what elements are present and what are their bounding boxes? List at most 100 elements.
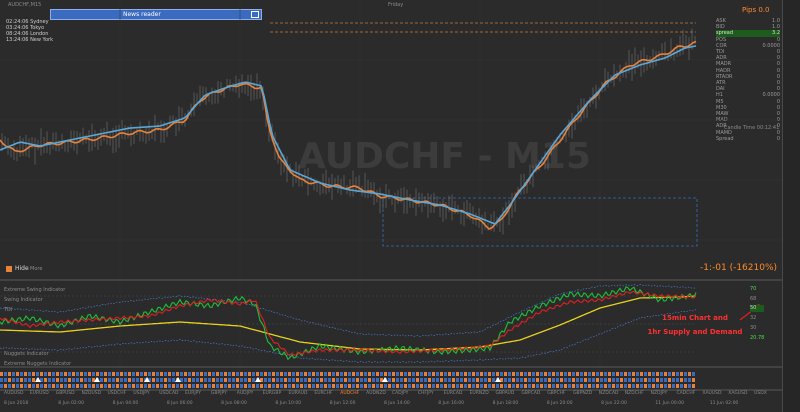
symbol-tab[interactable]: EURJPY (185, 391, 201, 396)
symbol-tab[interactable]: GBPCAD (521, 391, 540, 396)
symbol-tab[interactable]: AUDCHF (340, 391, 359, 396)
symbol-tab[interactable]: CADJPY (392, 391, 408, 396)
strip-cell (596, 372, 599, 376)
strip-cell (688, 384, 691, 388)
symbol-tab[interactable]: AUDJPY (237, 391, 254, 396)
strip-cell (592, 384, 595, 388)
strip-cell (676, 384, 679, 388)
strip-cell (8, 372, 11, 376)
tdi-label: TDI (4, 307, 13, 313)
indicator-label-swing2: Swing Indicator (4, 297, 43, 303)
strip-cell (184, 372, 187, 376)
symbol-tab[interactable]: AUDUSD (4, 391, 23, 396)
symbol-tab[interactable]: GBPCHF (547, 391, 565, 396)
strip-cell (324, 372, 327, 376)
strip-cell (280, 372, 283, 376)
strip-cell (356, 378, 359, 382)
strip-cell (552, 372, 555, 376)
strip-cell (384, 372, 387, 376)
strip-cell (116, 384, 119, 388)
strip-cell (140, 384, 143, 388)
price-scale[interactable] (782, 0, 800, 412)
symbol-tab[interactable]: NZDCHF (625, 391, 644, 396)
strip-cell (272, 372, 275, 376)
symbol-tab[interactable]: USDCAD (159, 391, 178, 396)
strip-cell (608, 372, 611, 376)
strip-cell (548, 384, 551, 388)
symbol-tab[interactable]: EURUSD (30, 391, 49, 396)
more-button[interactable]: More (30, 266, 42, 272)
strip-cell (124, 378, 127, 382)
symbol-tab[interactable]: NZDUSD (82, 391, 102, 396)
strip-cell (460, 378, 463, 382)
strip-cell (400, 378, 403, 382)
strip-cell (412, 378, 415, 382)
strip-cell (288, 378, 291, 382)
symbol-tab[interactable]: EURAUD (289, 391, 308, 396)
strip-cell (536, 378, 539, 382)
symbol-tab[interactable]: XAGUSD (728, 391, 747, 396)
strip-cell (68, 372, 71, 376)
strip-cell (28, 372, 31, 376)
symbol-tab[interactable]: EURNZD (470, 391, 489, 396)
strip-cell (60, 372, 63, 376)
symbol-tab[interactable]: GBPUSD (56, 391, 75, 396)
strip-cell (484, 372, 487, 376)
strip-cell (208, 372, 211, 376)
strip-cell (64, 372, 67, 376)
strip-cell (516, 378, 519, 382)
strip-cell (516, 384, 519, 388)
strip-cell (316, 378, 319, 382)
symbol-tab[interactable]: EURGBP (263, 391, 282, 396)
symbol-tab[interactable]: CHFJPY (418, 391, 434, 396)
symbol-tab[interactable]: USDX (754, 391, 767, 396)
strip-cell (136, 372, 139, 376)
strip-cell (156, 372, 159, 376)
symbol-tab[interactable]: EURCAD (444, 391, 463, 396)
main-chart[interactable]: AUDCHF - M15 (0, 0, 782, 412)
strip-cell (12, 372, 15, 376)
strip-cell (40, 384, 43, 388)
strip-cell (100, 378, 103, 382)
strip-cell (168, 378, 171, 382)
strip-cell (652, 378, 655, 382)
strip-cell (32, 372, 35, 376)
strip-cell (532, 378, 535, 382)
strip-cell (660, 378, 663, 382)
strip-cell (224, 372, 227, 376)
strip-cell (300, 372, 303, 376)
strip-cell (620, 372, 623, 376)
strip-cell (484, 378, 487, 382)
strip-cell (472, 372, 475, 376)
symbol-tab[interactable]: GBPAUD (495, 391, 514, 396)
strip-cell (632, 372, 635, 376)
strip-cell (496, 384, 499, 388)
symbol-tab[interactable]: NZDJPY (651, 391, 668, 396)
symbol-tab[interactable]: GBPNZD (573, 391, 592, 396)
symbol-tab[interactable]: EURCHF (314, 391, 332, 396)
symbol-tab[interactable]: USDJPY (133, 391, 149, 396)
strip-cell (220, 384, 223, 388)
symbol-tab[interactable]: NZDCAD (599, 391, 619, 396)
symbol-tab[interactable]: GBPJPY (211, 391, 227, 396)
symbol-tab[interactable]: USDCHF (107, 391, 126, 396)
hide-button[interactable]: Hide (15, 265, 29, 272)
strip-cell (276, 384, 279, 388)
strip-cell (412, 384, 415, 388)
strip-cell (568, 372, 571, 376)
strip-cell (448, 378, 451, 382)
tdi-upper-band (0, 284, 697, 337)
symbol-tab[interactable]: XAUUSD (702, 391, 721, 396)
strip-cell (184, 384, 187, 388)
strip-cell (120, 384, 123, 388)
strip-cell (268, 372, 271, 376)
strip-cell (252, 384, 255, 388)
strip-cell (184, 378, 187, 382)
symbol-tab[interactable]: CADCHF (677, 391, 696, 396)
strip-cell (96, 384, 99, 388)
symbol-tab[interactable]: AUDNZD (366, 391, 386, 396)
strip-cell (492, 384, 495, 388)
strip-cell (508, 378, 511, 382)
strip-cell (436, 378, 439, 382)
strip-cell (76, 384, 79, 388)
